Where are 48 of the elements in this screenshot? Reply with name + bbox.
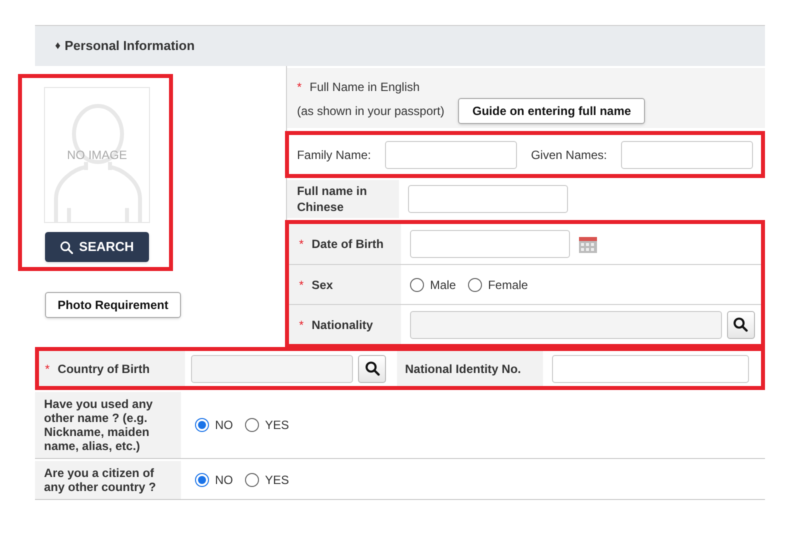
- field-label: Full Name in English: [310, 79, 420, 96]
- input-field[interactable]: [408, 185, 568, 213]
- search-button[interactable]: SEARCH: [45, 232, 149, 262]
- input-field[interactable]: [410, 310, 722, 338]
- input-field[interactable]: [410, 230, 570, 258]
- radio-button[interactable]: [195, 418, 209, 432]
- bullet-mark: ♦: [55, 38, 61, 54]
- radio-button[interactable]: [245, 418, 259, 432]
- input-field[interactable]: [552, 354, 749, 382]
- required-mark: *: [298, 236, 304, 253]
- field-label: Family Name:: [296, 146, 371, 164]
- radio-label: NO: [215, 417, 233, 434]
- input-field[interactable]: [191, 354, 353, 382]
- field-label: Nationality: [312, 316, 373, 332]
- radio-button[interactable]: [195, 473, 209, 487]
- radio-button[interactable]: [245, 473, 259, 487]
- field-label: Date of Birth: [312, 236, 384, 252]
- search-icon: [60, 240, 74, 254]
- input-field[interactable]: [621, 140, 753, 168]
- radio-label: YES: [265, 472, 290, 489]
- required-mark: *: [45, 360, 50, 378]
- photo-requirement-button[interactable]: Photo Requirement: [45, 292, 181, 318]
- field-label: Full name in Chinese: [296, 183, 368, 215]
- question-text: Have you used any other name ? (e.g. Nickname, maiden name, alias, etc.): [44, 397, 154, 453]
- radio-label: YES: [265, 417, 290, 434]
- section-title: Personal Information: [64, 37, 195, 56]
- required-mark: *: [298, 316, 304, 334]
- calendar-icon[interactable]: [578, 234, 598, 254]
- required-mark: *: [298, 276, 304, 294]
- search-icon: [733, 317, 748, 332]
- search-button[interactable]: [726, 310, 755, 338]
- field-label: National Identity No.: [405, 360, 522, 378]
- radio-button[interactable]: [410, 278, 424, 292]
- search-button[interactable]: [358, 354, 386, 382]
- passport-note: (as shown in your passport): [296, 103, 444, 120]
- field-label: Given Names:: [530, 146, 607, 164]
- required-mark: *: [296, 79, 302, 96]
- question-text: Are you a citizen of any other country ?: [44, 466, 158, 494]
- radio-button[interactable]: [468, 278, 482, 292]
- radio-label: Female: [488, 276, 528, 294]
- field-label: Sex: [312, 276, 333, 292]
- field-label: Country of Birth: [58, 360, 150, 378]
- radio-label: NO: [215, 472, 233, 489]
- input-field[interactable]: [384, 140, 517, 168]
- guide-button[interactable]: Guide on entering full name: [458, 98, 646, 124]
- no-image-text: NO IMAGE: [66, 147, 127, 164]
- search-icon: [364, 361, 380, 376]
- radio-label: Male: [430, 276, 456, 294]
